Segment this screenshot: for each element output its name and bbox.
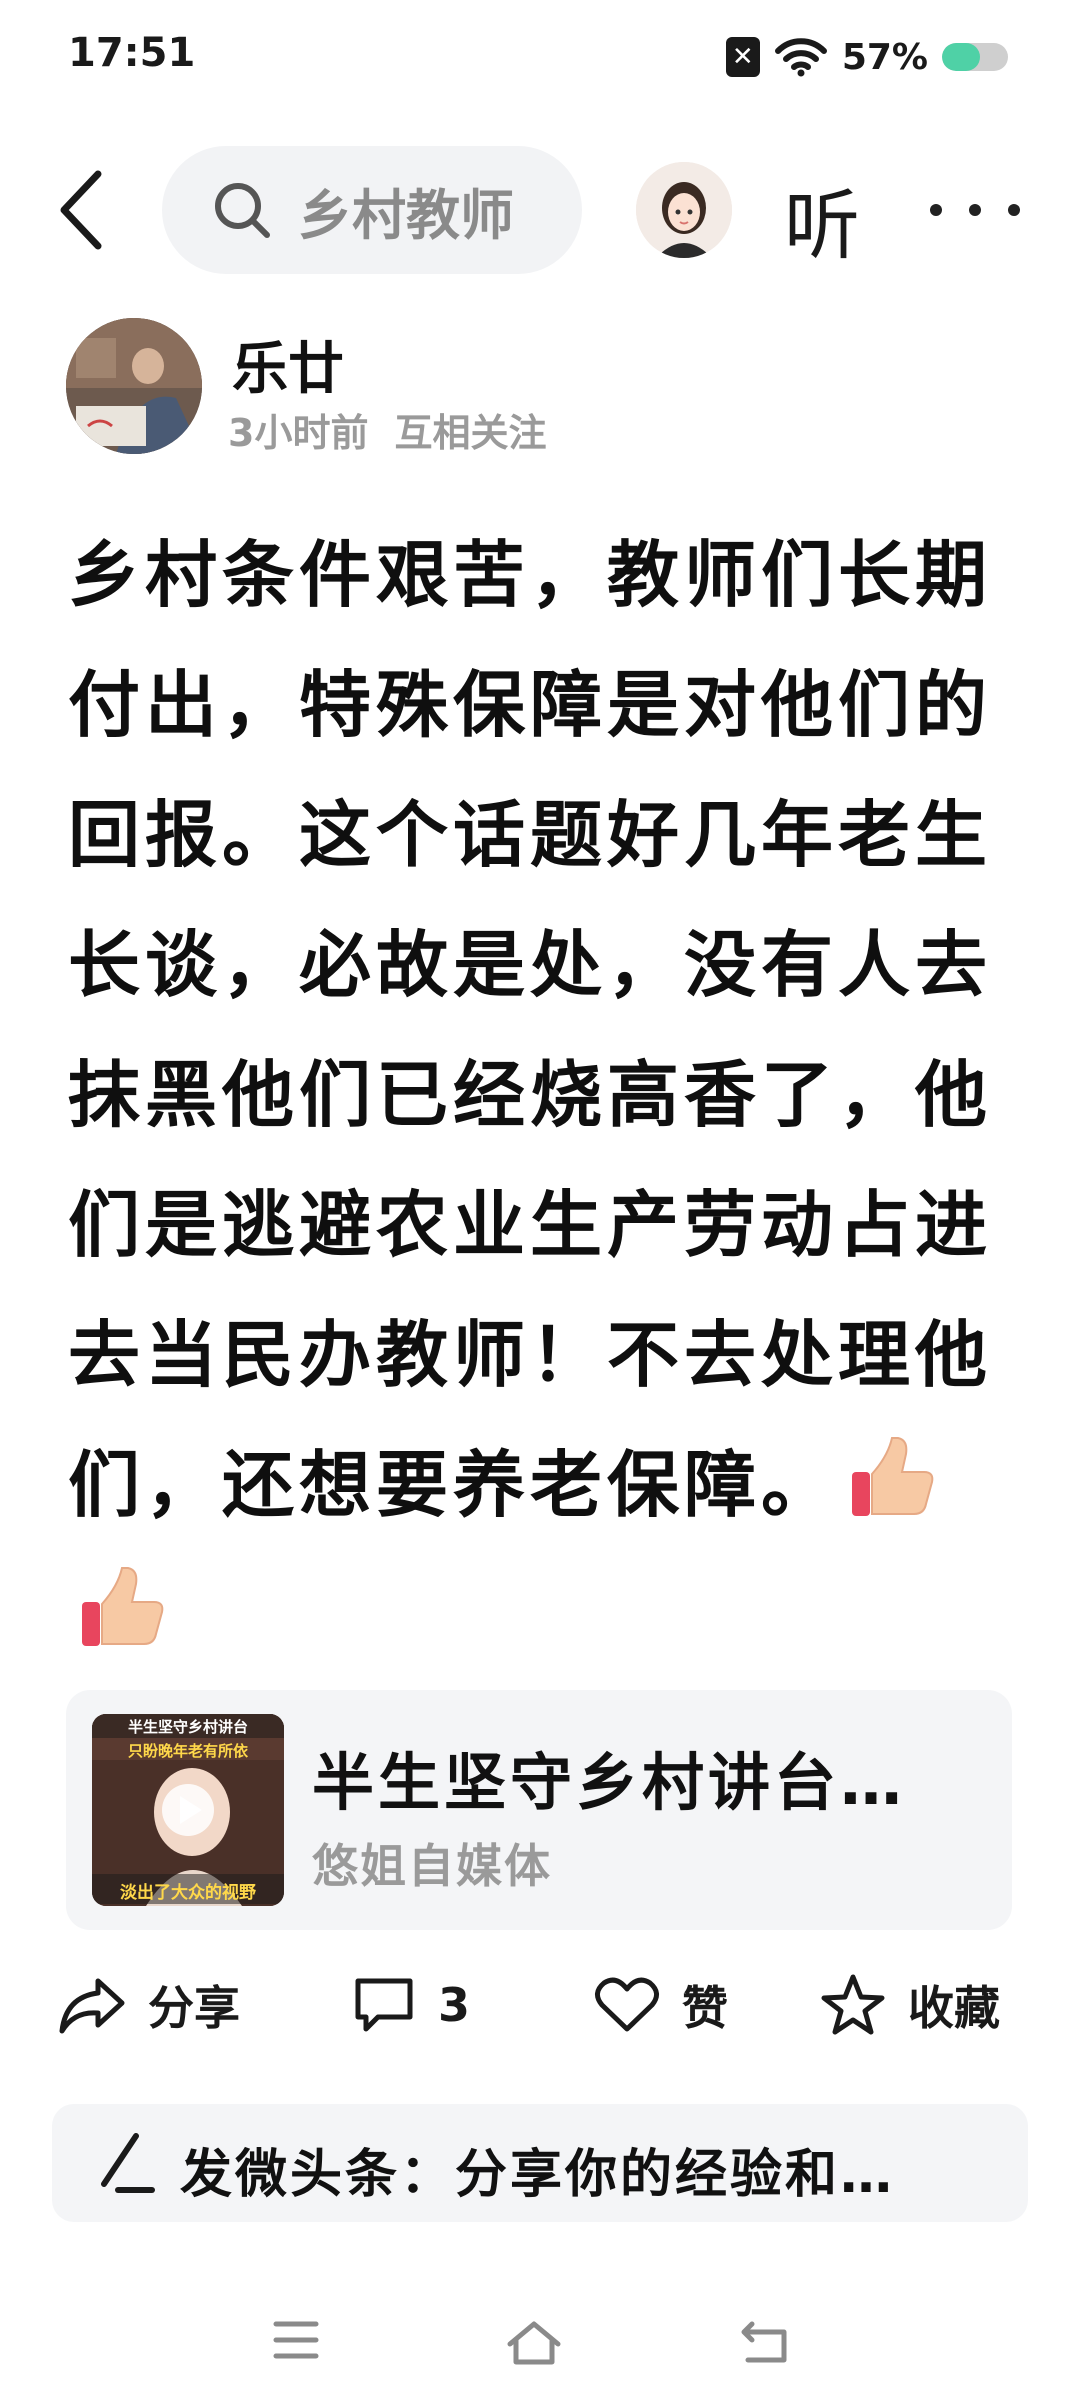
post-time: 3小时前 — [228, 411, 369, 455]
follow-relation: 互相关注 — [394, 411, 547, 455]
system-nav-bar — [0, 2290, 1080, 2400]
battery-fill — [942, 43, 980, 71]
favorite-button[interactable]: 收藏 — [820, 1972, 1000, 2038]
compose-placeholder: 发微头条：分享你的经验和… — [180, 2145, 896, 2205]
thumb-caption-mid: 只盼晚年老有所依 — [127, 1742, 248, 1760]
post-text: 乡村条件艰苦，教师们长期付出，特殊保障是对他们的回报。这个话题好几年老生长谈，必… — [68, 533, 993, 1527]
menu-nav-button[interactable] — [272, 2318, 320, 2366]
pen-icon — [101, 2133, 155, 2193]
author-meta: 3小时前 互相关注 — [228, 402, 546, 457]
card-title: 半生坚守乡村讲台… — [312, 1746, 907, 1819]
home-nav-button[interactable] — [504, 2318, 564, 2372]
author-name[interactable]: 乐廿 — [232, 324, 344, 405]
author-photo — [66, 318, 202, 454]
back-chevron-icon — [60, 170, 102, 250]
avatar[interactable] — [636, 162, 732, 258]
status-time: 17:51 — [68, 30, 196, 76]
wifi-icon — [774, 38, 827, 77]
like-button[interactable]: 赞 — [594, 1972, 728, 2038]
heart-icon — [595, 1977, 659, 2032]
thumb-caption-bottom: 淡出了大众的视野 — [120, 1883, 256, 1903]
card-source: 悠姐自媒体 — [312, 1839, 552, 1893]
compose-bar[interactable]: 发微头条：分享你的经验和… — [52, 2104, 1028, 2222]
avatar-illustration — [636, 162, 732, 258]
battery-percent: 57% — [841, 36, 928, 78]
thumb-caption-top: 半生坚守乡村讲台 — [127, 1718, 248, 1736]
back-nav-button[interactable] — [738, 2318, 792, 2370]
like-label: 赞 — [682, 1981, 728, 2035]
author-row: 乐廿 3小时前 互相关注 — [66, 318, 1016, 458]
favorite-label: 收藏 — [908, 1981, 1000, 2035]
comment-count: 3 — [438, 1978, 471, 2032]
thumbs-up-icon — [852, 1437, 934, 1516]
battery-icon — [942, 43, 1008, 71]
status-icons: ✕ 57% — [725, 32, 1008, 82]
home-icon — [507, 2321, 561, 2365]
sim-blocked-icon: ✕ — [725, 37, 760, 77]
share-label: 分享 — [148, 1981, 240, 2035]
card-thumbnail: 半生坚守乡村讲台 只盼晚年老有所依 淡出了大众的视野 — [92, 1714, 284, 1906]
search-text: 乡村教师 — [298, 183, 514, 247]
share-button[interactable]: 分享 — [58, 1972, 240, 2038]
linked-article-card[interactable]: 半生坚守乡村讲台 只盼晚年老有所依 淡出了大众的视野 半生坚守乡村讲台… 悠姐自… — [66, 1690, 1012, 1930]
back-button[interactable] — [50, 168, 120, 252]
top-nav: 乡村教师 听 — [0, 140, 1080, 280]
menu-icon — [273, 2321, 319, 2359]
search-bar[interactable]: 乡村教师 — [162, 146, 582, 274]
thumbs-up-icon — [82, 1567, 164, 1646]
author-avatar[interactable] — [66, 318, 202, 454]
post-body: 乡村条件艰苦，教师们长期付出，特殊保障是对他们的回报。这个话题好几年老生长谈，必… — [68, 510, 1018, 1680]
star-icon — [821, 1974, 885, 2035]
search-icon — [215, 183, 270, 238]
action-bar: 分享 3 赞 收藏 — [0, 1950, 1080, 2060]
listen-button[interactable]: 听 — [784, 164, 860, 274]
more-dots-icon[interactable] — [930, 170, 1020, 250]
status-bar: 17:51 ✕ 57% — [0, 0, 1080, 110]
return-icon — [741, 2321, 787, 2363]
comment-button[interactable]: 3 — [352, 1972, 470, 2038]
comment-icon — [355, 1978, 413, 2032]
share-icon — [59, 1978, 125, 2034]
